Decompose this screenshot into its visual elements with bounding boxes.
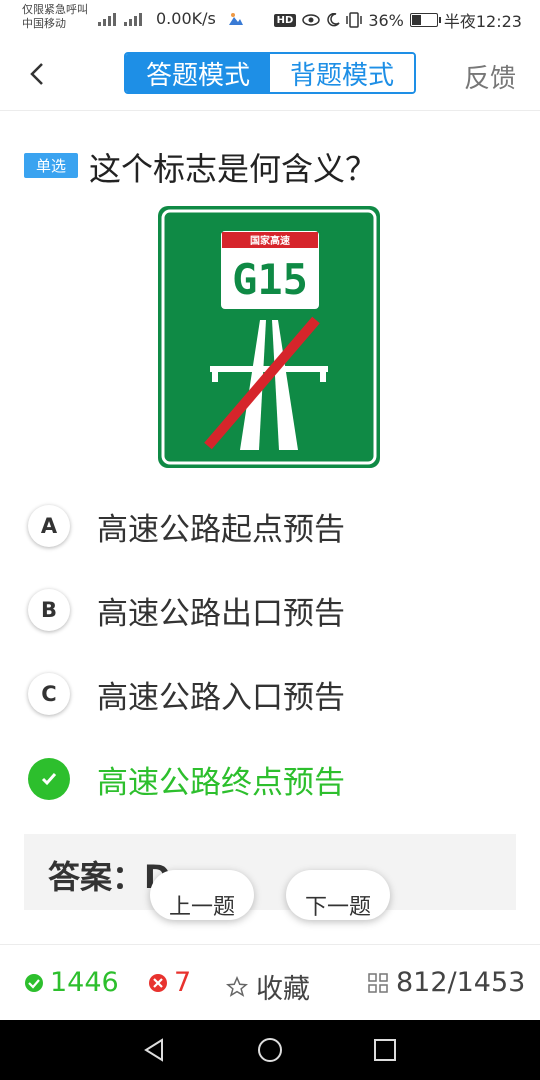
sign-route-code: G15 [232, 255, 308, 304]
carrier-line-1: 仅限紧急呼叫 [22, 3, 88, 16]
prev-question-button[interactable]: 上一题 [150, 870, 254, 920]
favorite-label: 收藏 [256, 974, 310, 1005]
wrong-x-icon [149, 973, 167, 992]
stats-bar: 1446 7 收藏 812/1453 [0, 944, 540, 1021]
option-a-text: 高速公路起点预告 [97, 511, 345, 548]
progress-indicator[interactable]: 812/1453 [368, 967, 525, 998]
hd-badge: HD [273, 13, 297, 27]
option-a-letter: A [28, 505, 70, 547]
question-title: 这个标志是何含义？ [89, 150, 378, 188]
option-d-text: 高速公路终点预告 [97, 764, 345, 801]
eye-icon [302, 14, 321, 26]
option-b-letter: B [28, 589, 70, 631]
option-a[interactable]: A 高速公路起点预告 [28, 502, 345, 550]
option-b[interactable]: B 高速公路出口预告 [28, 586, 345, 634]
progress-text: 812/1453 [396, 967, 526, 998]
sign-plate-top: 国家高速 [250, 234, 290, 247]
status-right: HD 36% 半夜12:23 [273, 8, 522, 32]
net-speed: 0.00K/s [156, 9, 216, 28]
next-question-button[interactable]: 下一题 [286, 870, 390, 920]
correct-count: 1446 [50, 967, 119, 998]
vibrate-icon [346, 12, 363, 28]
checkmark-icon [28, 758, 70, 800]
tab-memorize-mode[interactable]: 背题模式 [270, 54, 414, 92]
star-icon [226, 975, 248, 997]
wrong-stat[interactable]: 7 [148, 967, 191, 998]
back-arrow-icon[interactable] [24, 60, 52, 88]
status-bar: 仅限紧急呼叫 中国移动 0.00K/s HD 36% 半夜12:23 [0, 0, 540, 38]
next-question-label: 下一题 [304, 895, 371, 920]
carrier-info: 仅限紧急呼叫 中国移动 [22, 3, 88, 31]
prev-question-label: 上一题 [168, 895, 235, 920]
correct-check-icon [25, 973, 43, 992]
mode-toggle: 答题模式 背题模式 [124, 52, 416, 94]
answer-box: 答案：D [24, 834, 516, 910]
correct-stat[interactable]: 1446 [24, 967, 119, 998]
nav-recents-icon[interactable] [373, 1038, 397, 1062]
battery-percent: 36% [368, 10, 404, 30]
option-c-letter: C [28, 673, 70, 715]
nav-home-icon[interactable] [257, 1037, 283, 1063]
question-type-badge: 单选 [24, 153, 78, 178]
image-notification-icon [229, 13, 243, 25]
signal-4g-icon [124, 10, 142, 26]
carrier-line-2: 中国移动 [22, 17, 66, 30]
favorite-button[interactable]: 收藏 [226, 967, 310, 1006]
grid-icon [368, 972, 388, 993]
clock: 半夜12:23 [443, 12, 522, 31]
feedback-button[interactable]: 反馈 [464, 58, 516, 95]
tab-answer-mode[interactable]: 答题模式 [126, 54, 270, 92]
option-d[interactable]: 高速公路终点预告 [28, 755, 345, 803]
moon-icon [327, 13, 340, 27]
system-nav-bar [0, 1020, 540, 1080]
option-b-text: 高速公路出口预告 [97, 595, 345, 632]
signal-icon [98, 10, 116, 26]
wrong-count: 7 [174, 967, 192, 998]
header: 答题模式 背题模式 反馈 [0, 38, 540, 111]
option-c[interactable]: C 高速公路入口预告 [28, 670, 345, 718]
highway-end-sign-image: 国家高速 G15 [158, 206, 380, 468]
option-c-text: 高速公路入口预告 [97, 679, 345, 716]
nav-back-icon[interactable] [142, 1038, 166, 1062]
battery-icon [409, 13, 441, 27]
